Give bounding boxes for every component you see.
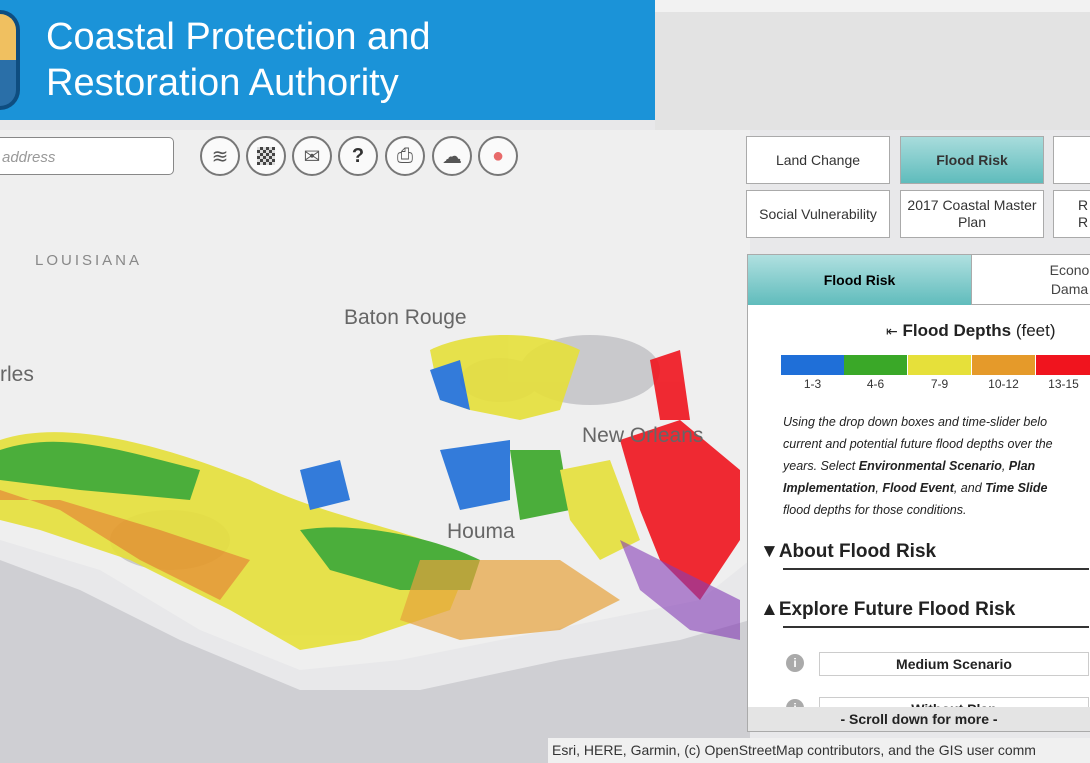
caret-up-icon: ▲ — [760, 599, 779, 620]
caret-down-icon: ▼ — [760, 541, 779, 562]
legend-swatch-4-6 — [844, 355, 907, 375]
title-line-1: Coastal Protection and — [46, 16, 431, 58]
map-label-louisiana: LOUISIANA — [35, 252, 143, 269]
about-flood-risk-toggle[interactable]: ▼About Flood Risk — [760, 541, 936, 563]
location-pin-icon[interactable]: ● — [478, 136, 518, 176]
nav-hidden-item[interactable] — [1053, 136, 1090, 184]
layers-icon[interactable]: ≋ — [200, 136, 240, 176]
map-label-new-orleans: New Orleans — [582, 424, 704, 447]
legend-swatch-1-3 — [781, 355, 844, 375]
info-icon[interactable]: i — [786, 654, 804, 672]
desc-line: Using the drop down boxes and time-slide… — [783, 415, 1048, 429]
desc-line: flood depths for those conditions. — [783, 503, 967, 517]
address-search-input[interactable]: address — [0, 137, 174, 175]
desc-text: years. Select — [783, 459, 859, 473]
print-icon[interactable]: ⎙ — [385, 136, 425, 176]
explore-label: Explore Future Flood Risk — [778, 599, 1016, 620]
tab-flood-risk[interactable]: Flood Risk — [748, 255, 971, 305]
nav-social-vulnerability[interactable]: Social Vulnerability — [746, 190, 890, 238]
desc-text: , and — [953, 481, 986, 495]
map-label-houma: Houma — [447, 520, 515, 543]
legend-label: 10-12 — [988, 377, 1019, 391]
legend-swatch-10-12 — [972, 355, 1035, 375]
title-line-2: Restoration Authority — [46, 62, 399, 104]
nav-flood-risk[interactable]: Flood Risk — [900, 136, 1044, 184]
desc-bold: Time Slide — [985, 481, 1048, 495]
app-header: Coastal Protection and Restoration Author… — [0, 0, 655, 120]
desc-bold: Flood Event — [882, 481, 954, 495]
map-attribution: Esri, HERE, Garmin, (c) OpenStreetMap co… — [548, 738, 1090, 763]
flood-risk-panel: Flood Risk Econo Dama ⇤ Flood Depths (fe… — [747, 254, 1090, 732]
tab-economic-damage[interactable]: Econo Dama — [971, 255, 1090, 305]
about-label: About Flood Risk — [778, 541, 937, 562]
basemap-icon[interactable] — [246, 136, 286, 176]
legend-label: 1-3 — [803, 377, 822, 391]
scroll-hint[interactable]: - Scroll down for more - — [748, 707, 1090, 731]
collapse-legend-icon[interactable]: ⇤ — [886, 323, 898, 339]
explore-future-flood-risk-toggle[interactable]: ▲Explore Future Flood Risk — [760, 599, 1015, 621]
section-divider — [783, 568, 1089, 570]
desc-line: Implementation, Flood Event, and Time Sl… — [783, 477, 1088, 499]
app-title: Coastal Protection and Restoration Author… — [46, 14, 430, 106]
legend-label: 7-9 — [930, 377, 949, 391]
map-label-baton-rouge: Baton Rouge — [344, 306, 467, 329]
legend-swatch-13-15 — [1036, 355, 1090, 375]
desc-bold: Implementation — [783, 481, 876, 495]
environmental-scenario-dropdown[interactable]: Medium Scenario — [819, 652, 1089, 676]
cpra-logo — [0, 10, 20, 110]
desc-line: current and potential future flood depth… — [783, 437, 1053, 451]
nav-land-change[interactable]: Land Change — [746, 136, 890, 184]
header-banner-blank — [655, 0, 1090, 130]
nav-coastal-master-plan[interactable]: 2017 Coastal Master Plan — [900, 190, 1044, 238]
desc-bold: Environmental Scenario — [858, 459, 1002, 473]
desc-line: years. Select Environmental Scenario, Pl… — [783, 455, 1088, 477]
legend-title: ⇤ Flood Depths (feet) — [886, 321, 1056, 341]
help-icon[interactable]: ? — [338, 136, 378, 176]
desc-text: , — [1001, 459, 1009, 473]
desc-bold: Plan — [1008, 459, 1036, 473]
flood-risk-description: Using the drop down boxes and time-slide… — [783, 411, 1088, 521]
legend-swatch-7-9 — [908, 355, 971, 375]
legend-label: 4-6 — [866, 377, 885, 391]
cloud-download-icon[interactable]: ☁ — [432, 136, 472, 176]
map-label-lake-charles: rles — [0, 363, 34, 386]
email-icon[interactable]: ✉ — [292, 136, 332, 176]
legend-unit: (feet) — [1015, 321, 1056, 340]
section-divider — [783, 626, 1089, 628]
legend-label: 13-15 — [1048, 377, 1079, 391]
nav-cutoff-item[interactable]: R R — [1053, 190, 1090, 238]
legend-title-text: Flood Depths — [902, 321, 1012, 340]
